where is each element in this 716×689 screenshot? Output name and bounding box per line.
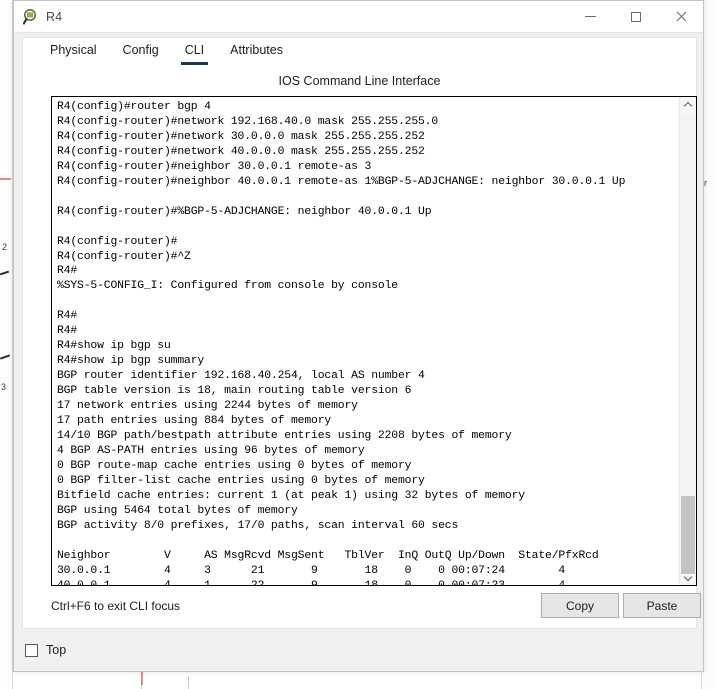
paste-button[interactable]: Paste — [623, 593, 701, 618]
window-bottom-bar: Top — [14, 629, 703, 671]
background-red-line — [0, 178, 11, 180]
device-tabs: Physical Config CLI Attributes — [23, 38, 696, 67]
cli-output-text: R4(config)#router bgp 4 R4(config-router… — [57, 101, 626, 585]
tab-physical-label: Physical — [50, 43, 97, 57]
background-fragment-3: r — [704, 178, 707, 188]
chevron-up-icon[interactable] — [680, 97, 696, 114]
background-fragment-1: 2 — [2, 242, 8, 252]
background-divider-2 — [188, 676, 189, 689]
window-controls — [568, 1, 703, 32]
cli-output[interactable]: R4(config)#router bgp 4 R4(config-router… — [52, 97, 679, 585]
cli-focus-hint: Ctrl+F6 to exit CLI focus — [51, 599, 181, 613]
device-panel: Physical Config CLI Attributes IOS Comma… — [22, 37, 701, 629]
maximize-icon[interactable] — [613, 1, 658, 32]
top-checkbox[interactable] — [25, 643, 38, 657]
cli-window: R4 Physical Config CLI Attributes IOS Co… — [13, 0, 704, 672]
tab-config[interactable]: Config — [110, 38, 172, 62]
terminal-scrollbar[interactable] — [679, 97, 696, 585]
tab-physical[interactable]: Physical — [37, 38, 110, 62]
tab-config-label: Config — [122, 43, 159, 57]
cli-footer: Ctrl+F6 to exit CLI focus Copy Paste — [23, 590, 701, 628]
scrollbar-thumb[interactable] — [681, 496, 695, 574]
tab-attributes[interactable]: Attributes — [217, 38, 296, 62]
window-titlebar[interactable]: R4 — [14, 1, 703, 33]
tab-attributes-label: Attributes — [230, 43, 283, 57]
minimize-icon[interactable] — [568, 1, 613, 32]
background-left-strip — [0, 0, 13, 689]
chevron-down-icon[interactable] — [680, 568, 696, 585]
close-icon[interactable] — [658, 1, 703, 32]
background-fragment-2: 3 — [1, 382, 7, 392]
window-title: R4 — [46, 9, 63, 24]
tab-cli-label: CLI — [184, 43, 205, 57]
background-red-marker — [141, 672, 143, 685]
cli-terminal-container[interactable]: R4(config)#router bgp 4 R4(config-router… — [51, 96, 697, 586]
tab-cli[interactable]: CLI — [172, 38, 217, 65]
section-title: IOS Command Line Interface — [278, 74, 441, 88]
top-checkbox-label: Top — [46, 643, 67, 657]
copy-button[interactable]: Copy — [541, 593, 619, 618]
router-magnifier-icon — [22, 8, 39, 25]
